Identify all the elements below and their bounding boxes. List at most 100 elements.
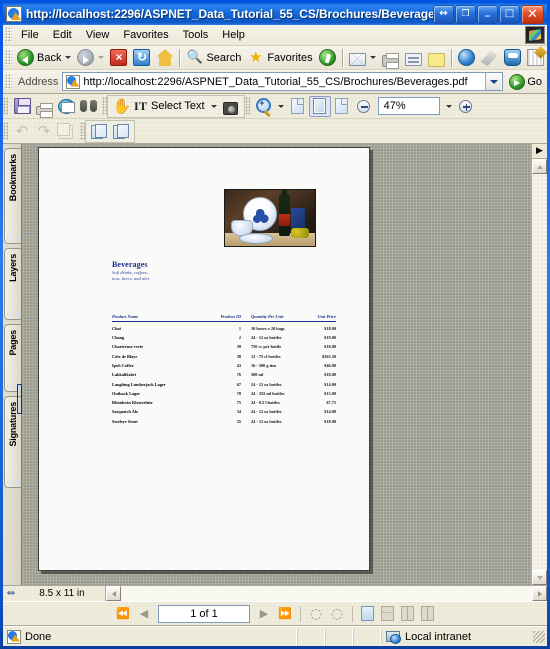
cell-quantity: 16 - 500 g tins [251,362,277,368]
go-button[interactable]: Go [507,73,544,90]
search-button[interactable]: Search [183,47,244,69]
edit-html-button[interactable] [524,47,547,69]
scroll-right-button[interactable] [532,586,547,601]
menu-favorites[interactable]: Favorites [116,27,175,43]
pdf-redo-button[interactable] [33,121,55,142]
scrollbar-track[interactable] [532,174,547,570]
security-zone-pane[interactable]: Local intranet [381,629,531,644]
mail-button[interactable] [346,47,379,69]
horizontal-scrollbar-track[interactable] [121,586,532,601]
vertical-scrollbar[interactable]: ▶ [531,144,547,585]
window-resize-grip[interactable] [531,629,547,645]
scrollbar-corner-button[interactable]: ▶ [532,144,547,159]
drag-handle[interactable] [7,480,19,485]
scroll-left-button[interactable] [106,586,121,601]
edit-button[interactable] [402,47,425,69]
refresh-button[interactable] [130,47,153,69]
ie-toolbar-grip[interactable] [5,49,12,66]
pdf-insert-pages-button[interactable] [88,121,110,142]
pdf-hand-tool-button[interactable] [110,96,132,117]
restore-small-button[interactable]: ↔ [433,4,454,24]
research-button[interactable] [501,47,524,69]
toolbar-separator-1 [179,48,181,67]
close-button[interactable]: ✕ [521,4,544,24]
continuous-view-button[interactable] [378,605,397,623]
back-button[interactable]: Back [14,47,74,69]
sidebar-tab-bookmarks[interactable]: Bookmarks [4,148,21,244]
document-area: Bookmarks Layers Pages Signatures Bevera… [3,144,547,585]
previous-view-button[interactable]: ◌ [306,604,326,624]
mail-dropdown-icon[interactable] [369,56,376,59]
zoom-level-dropdown-button[interactable] [443,96,455,117]
address-input[interactable]: http://localhost:2296/ASPNET_Data_Tutori… [62,72,504,91]
pdf-fit-width-button[interactable] [331,96,353,117]
menu-view[interactable]: View [79,27,117,43]
restore-down-button[interactable]: ❐ [455,4,476,24]
address-bar-grip[interactable] [5,73,12,90]
menu-grip[interactable] [5,27,12,43]
menu-file[interactable]: File [14,27,46,43]
pdf-actual-size-button[interactable] [287,96,309,117]
discuss-button[interactable] [425,47,448,69]
previous-page-button[interactable]: ◀ [134,604,154,624]
media-button[interactable] [316,47,339,69]
stop-button[interactable] [107,47,130,69]
sidebar-resize-handle[interactable]: ⇔ [3,586,19,601]
select-text-dropdown-button[interactable] [208,96,220,117]
minimize-button[interactable]: _ [477,4,498,24]
continuous-facing-view-button[interactable] [418,605,437,623]
continuous-facing-view-icon [421,606,434,621]
pdf-fit-page-button[interactable] [308,95,331,117]
resize-horizontal-icon: ⇔ [6,587,16,599]
next-view-button[interactable]: ◌ [327,604,347,624]
favorites-button[interactable]: ★ Favorites [244,47,315,69]
pdf-select-text-tool-button[interactable]: I T [132,96,148,117]
first-page-button[interactable]: ⏪ [113,604,133,624]
cell-product-name: Laughing Lumberjack Lager [112,381,166,387]
drag-handle[interactable] [7,236,19,241]
pdf-undo-button[interactable] [11,121,33,142]
forward-button[interactable] [74,47,107,69]
sidebar-tab-pages[interactable]: Pages [4,324,21,392]
pdf-find-button[interactable] [77,96,99,117]
sidebar-tab-layers[interactable]: Layers [4,248,21,320]
zoom-tool-dropdown-button[interactable] [275,96,287,117]
zoom-out-icon [357,99,371,113]
msn-button[interactable] [478,47,501,69]
drag-handle[interactable] [7,312,19,317]
maximize-button[interactable]: □ [499,4,520,24]
zoom-level-input[interactable]: 47% [377,97,440,115]
pdf-page-navigation-bar: ⏪ ◀ 1 of 1 ▶ ⏩ ◌ ◌ [3,601,547,626]
scroll-down-button[interactable] [532,570,547,585]
pdf-zoom-in-button[interactable] [455,96,477,117]
menu-tools[interactable]: Tools [176,27,216,43]
address-dropdown-button[interactable] [485,73,502,90]
horizontal-scrollbar[interactable] [105,586,547,601]
pdf-print-button[interactable] [33,96,55,118]
page-number-input[interactable]: 1 of 1 [158,604,250,623]
last-page-button[interactable]: ⏩ [275,604,295,624]
menu-help[interactable]: Help [215,27,252,43]
address-url-text: http://localhost:2296/ASPNET_Data_Tutori… [83,75,468,88]
pdf-copy-button[interactable] [55,121,77,142]
cell-unit-price: $46.00 [324,362,336,368]
pdf-page-canvas[interactable]: Beverages Soft drinks, coffees, teas, be… [22,144,531,585]
pdf-email-button[interactable] [55,96,77,117]
next-page-button[interactable]: ▶ [254,604,274,624]
pdf-zoom-out-button[interactable] [353,96,375,117]
window-title: http://localhost:2296/ASPNET_Data_Tutori… [26,7,433,21]
home-button[interactable] [153,47,176,69]
back-dropdown-icon[interactable] [65,56,72,59]
pdf-zoom-tool-button[interactable]: + [253,96,275,117]
facing-view-button[interactable] [398,605,417,623]
print-button[interactable] [379,47,402,69]
cell-product-id: 34 [236,409,241,415]
scroll-up-button[interactable] [532,159,547,174]
single-page-view-button[interactable] [358,605,377,623]
status-pane-3 [325,627,353,646]
menu-edit[interactable]: Edit [46,27,79,43]
pdf-snapshot-tool-button[interactable] [220,96,242,117]
pdf-save-button[interactable] [11,96,33,117]
pdf-extract-pages-button[interactable] [110,121,132,142]
messenger-button[interactable] [455,47,478,69]
